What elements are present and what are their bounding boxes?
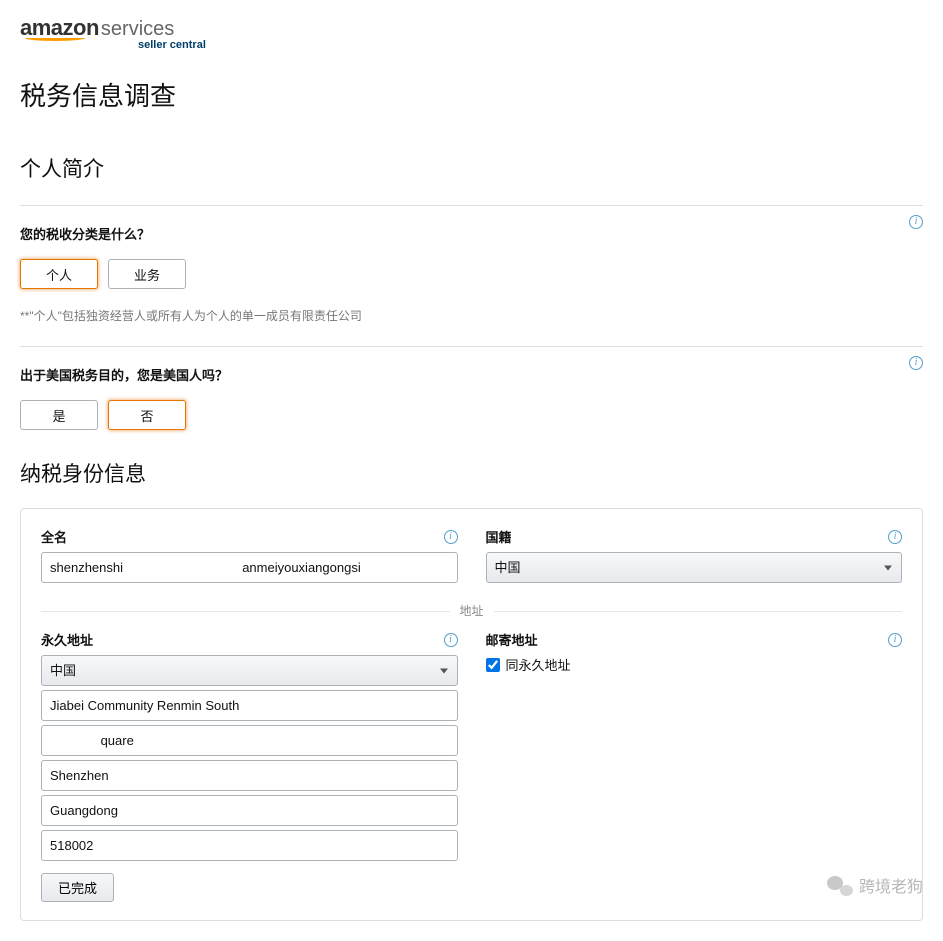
info-icon[interactable]: i <box>909 356 923 370</box>
logo-subtitle: seller central <box>138 39 923 51</box>
info-icon[interactable]: i <box>909 215 923 229</box>
perm-address-line1-input[interactable] <box>41 690 458 721</box>
section-tax-identity-title: 纳税身份信息 <box>20 458 923 488</box>
same-as-permanent-label: 同永久地址 <box>506 655 571 674</box>
logo-services: services <box>101 18 174 40</box>
fullname-input[interactable] <box>41 552 458 583</box>
perm-province-input[interactable] <box>41 795 458 826</box>
option-business-button[interactable]: 业务 <box>108 259 186 289</box>
perm-postal-input[interactable] <box>41 830 458 861</box>
permanent-address-label: 永久地址 <box>41 630 93 649</box>
mailing-address-label: 邮寄地址 <box>486 630 538 649</box>
option-yes-button[interactable]: 是 <box>20 400 98 430</box>
logo: amazonservices seller central <box>20 15 923 51</box>
same-as-permanent-row[interactable]: 同永久地址 <box>486 655 903 674</box>
info-icon[interactable]: i <box>444 633 458 647</box>
logo-brand: amazon <box>20 15 99 40</box>
info-icon[interactable]: i <box>888 530 902 544</box>
perm-country-select[interactable]: 中国 <box>41 655 458 686</box>
address-divider-label: 地址 <box>449 602 493 619</box>
info-icon[interactable]: i <box>444 530 458 544</box>
same-as-permanent-checkbox[interactable] <box>486 658 500 672</box>
watermark-text: 跨境老狗 <box>859 873 923 897</box>
fullname-label: 全名 <box>41 527 67 546</box>
wechat-icon <box>827 874 853 896</box>
nationality-label: 国籍 <box>486 527 512 546</box>
perm-address-line2-input[interactable] <box>41 725 458 756</box>
tax-classification-note: **"个人"包括独资经营人或所有人为个人的单一成员有限责任公司 <box>20 307 923 324</box>
tax-classification-question: 您的税收分类是什么？ <box>20 224 923 243</box>
page-title: 税务信息调查 <box>20 76 923 113</box>
tax-classification-section: i 您的税收分类是什么？ 个人 业务 **"个人"包括独资经营人或所有人为个人的… <box>20 205 923 324</box>
watermark: 跨境老狗 <box>827 873 923 897</box>
option-individual-button[interactable]: 个人 <box>20 259 98 289</box>
perm-city-input[interactable] <box>41 760 458 791</box>
done-button[interactable]: 已完成 <box>41 873 114 902</box>
us-person-section: i 出于美国税务目的，您是美国人吗？ 是 否 <box>20 346 923 430</box>
option-no-button[interactable]: 否 <box>108 400 186 430</box>
section-profile-title: 个人简介 <box>20 153 923 183</box>
nationality-select[interactable]: 中国 <box>486 552 903 583</box>
info-icon[interactable]: i <box>888 633 902 647</box>
tax-identity-panel: 全名 i 国籍 i 中国 地址 永久地址 <box>20 508 923 921</box>
us-person-question: 出于美国税务目的，您是美国人吗？ <box>20 365 923 384</box>
